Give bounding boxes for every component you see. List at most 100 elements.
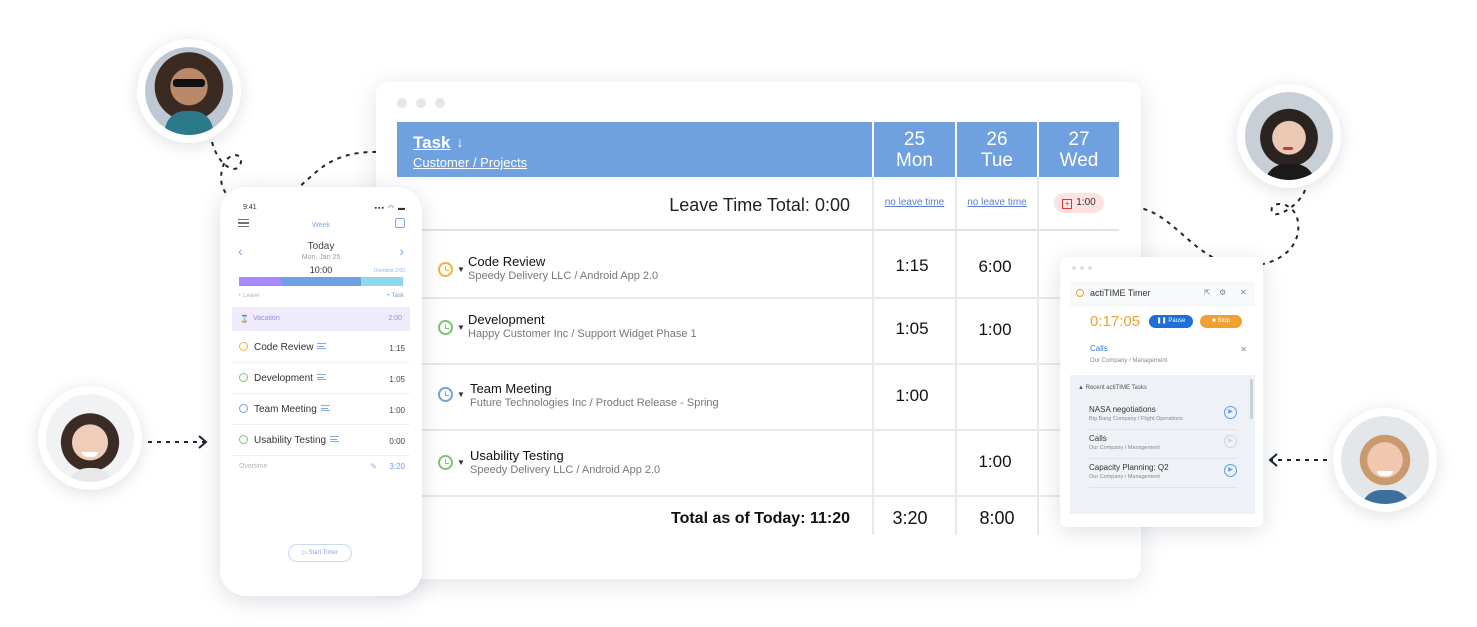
task-row[interactable]: ▼ Code Review Speedy Delivery LLC / Andr…: [397, 233, 1119, 299]
window-controls: [1072, 266, 1092, 270]
clock-icon: [438, 387, 453, 402]
recent-task-name: Calls: [1089, 434, 1107, 443]
leave-cell-tue[interactable]: no leave time: [957, 177, 1037, 231]
bar-segment-leave: [239, 277, 281, 286]
recent-task-sub: Big Bang Company / Flight Operations: [1089, 416, 1183, 422]
pause-button[interactable]: ❚❚ Pause: [1149, 315, 1193, 328]
recent-task-item[interactable]: NASA negotiations Big Bang Company / Fli…: [1089, 401, 1237, 430]
chevron-down-icon[interactable]: ▼: [457, 390, 465, 399]
task-name: Code Review: [468, 254, 546, 269]
task-row[interactable]: ▼ Development Happy Customer Inc / Suppo…: [397, 299, 1119, 365]
add-leave-button[interactable]: + Leave: [238, 293, 260, 299]
task-customer-project: Speedy Delivery LLC / Android App 2.0: [468, 270, 659, 282]
time-cell-mon[interactable]: 1:00: [872, 386, 952, 406]
day-column-mon: 25 Mon: [872, 122, 955, 177]
task-customer-project: Happy Customer Inc / Support Widget Phas…: [468, 328, 697, 340]
list-item[interactable]: Code Review 1:15: [232, 333, 410, 363]
recent-task-item[interactable]: Calls Our Company / Management ▶: [1089, 430, 1237, 459]
chevron-down-icon[interactable]: ▼: [457, 265, 465, 274]
time-cell-tue[interactable]: 1:00: [955, 452, 1035, 472]
external-link-icon[interactable]: ⇱: [1204, 288, 1211, 297]
total-mon: 3:20: [892, 508, 928, 528]
leave-icon: +: [1062, 199, 1073, 209]
timesheet-window: Task ↓ Customer / Projects 25 Mon 26 Tue …: [376, 82, 1141, 579]
day-name: Mon: [896, 150, 933, 171]
overtime-row: Overtime ✎ 3:20: [239, 462, 405, 471]
week-toggle[interactable]: Week: [220, 222, 422, 229]
time-cell-tue[interactable]: 1:00: [955, 320, 1035, 340]
timer-current: 0:17:05 ❚❚ Pause ■ Stop Calls Our Compan…: [1070, 307, 1255, 375]
recent-tasks-header[interactable]: ▲ Recent actiTIME Tasks: [1078, 385, 1147, 391]
task-name: Team Meeting: [254, 404, 330, 415]
window-controls: [397, 98, 445, 108]
bar-segment-work: [281, 277, 361, 286]
task-name: Development: [254, 373, 326, 384]
comment-icon: [317, 343, 327, 349]
customer-projects-link[interactable]: Customer / Projects: [413, 155, 856, 170]
leave-cell-wed[interactable]: +1:00: [1039, 177, 1119, 231]
clock-icon: [239, 435, 248, 444]
phone-clock: 9:41: [243, 204, 257, 211]
comment-icon: [316, 374, 326, 380]
overtime-value: 3:20: [389, 462, 405, 471]
task-row[interactable]: ▼ Team Meeting Future Technologies Inc /…: [397, 365, 1119, 431]
task-sort-link[interactable]: Task: [413, 133, 451, 153]
calendar-icon[interactable]: [395, 218, 405, 228]
total-tue: 8:00: [979, 508, 1015, 528]
task-name: Usability Testing: [254, 435, 340, 446]
recent-task-item[interactable]: Capacity Planning: Q2 Our Company / Mana…: [1089, 459, 1237, 488]
recent-task-name: NASA negotiations: [1089, 405, 1156, 414]
clock-icon: [239, 342, 248, 351]
task-row[interactable]: ▼ Usability Testing Speedy Delivery LLC …: [397, 431, 1119, 497]
list-item[interactable]: Development 1:05: [232, 364, 410, 394]
leave-cell-mon[interactable]: no leave time: [874, 177, 955, 231]
play-icon[interactable]: ▶: [1224, 406, 1237, 419]
timer-widget: actiTIME Timer ⇱ ⚙ ✕ 0:17:05 ❚❚ Pause ■ …: [1060, 257, 1263, 527]
leave-badge[interactable]: +1:00: [1054, 193, 1104, 213]
play-icon[interactable]: ▶: [1224, 435, 1237, 448]
settings-icon[interactable]: ⚙: [1219, 288, 1226, 297]
task-name: Team Meeting: [470, 381, 552, 396]
day-name: Wed: [1059, 150, 1099, 171]
sort-arrow-icon[interactable]: ↓: [457, 134, 464, 150]
time-cell-tue[interactable]: 6:00: [955, 257, 1035, 277]
start-timer-button[interactable]: ▷ Start Timer: [288, 544, 352, 562]
clock-icon: [438, 320, 453, 335]
timer-title: actiTIME Timer: [1090, 288, 1151, 298]
current-task-sub: Our Company / Management: [1090, 358, 1168, 364]
chevron-down-icon[interactable]: ▼: [457, 323, 465, 332]
list-item[interactable]: Usability Testing 0:00: [232, 426, 410, 456]
leave-time-row: Leave Time Total: 0:00 no leave time no …: [397, 177, 1119, 231]
bar-segment-overtime: [361, 277, 403, 286]
close-icon[interactable]: ✕: [1240, 345, 1247, 354]
avatar-woman-smiling: [38, 386, 142, 490]
pencil-icon[interactable]: ✎: [370, 462, 377, 471]
mobile-app: 9:41 ▪▪▪ ◠ ▬ Week ‹ › Today Mon, Jan 25 …: [220, 187, 422, 596]
timer-panel: actiTIME Timer ⇱ ⚙ ✕ 0:17:05 ❚❚ Pause ■ …: [1070, 281, 1255, 514]
play-icon[interactable]: ▶: [1224, 464, 1237, 477]
clock-icon: [438, 455, 453, 470]
scrollbar[interactable]: [1250, 379, 1253, 419]
close-icon[interactable]: ✕: [1240, 288, 1247, 297]
add-row: + Leave + Task: [238, 293, 404, 299]
stop-button[interactable]: ■ Stop: [1200, 315, 1242, 328]
day-number: 26: [986, 129, 1008, 150]
clock-icon: [438, 262, 453, 277]
task-name: Code Review: [254, 342, 327, 353]
clock-icon: [239, 404, 248, 413]
chevron-down-icon[interactable]: ▼: [457, 458, 465, 467]
recent-task-sub: Our Company / Management: [1089, 445, 1160, 451]
total-row: Total as of Today: 11:20 3:20 8:00: [397, 495, 1119, 535]
vacation-row[interactable]: ⌛ Vacation 2:00: [232, 307, 410, 331]
current-task-link[interactable]: Calls: [1090, 344, 1108, 353]
time-cell-mon[interactable]: 1:15: [872, 256, 952, 276]
hourglass-icon: ⌛: [240, 316, 249, 323]
add-task-button[interactable]: + Task: [387, 293, 404, 299]
task-time: 1:15: [389, 344, 405, 353]
time-cell-mon[interactable]: 1:05: [872, 319, 952, 339]
leave-time-label: Leave Time Total: 0:00: [669, 195, 850, 215]
day-column-wed: 27 Wed: [1037, 122, 1119, 177]
avatar-woman-short-hair: [1237, 84, 1341, 188]
list-item[interactable]: Team Meeting 1:00: [232, 395, 410, 425]
avatar-man-smiling: [1333, 408, 1437, 512]
